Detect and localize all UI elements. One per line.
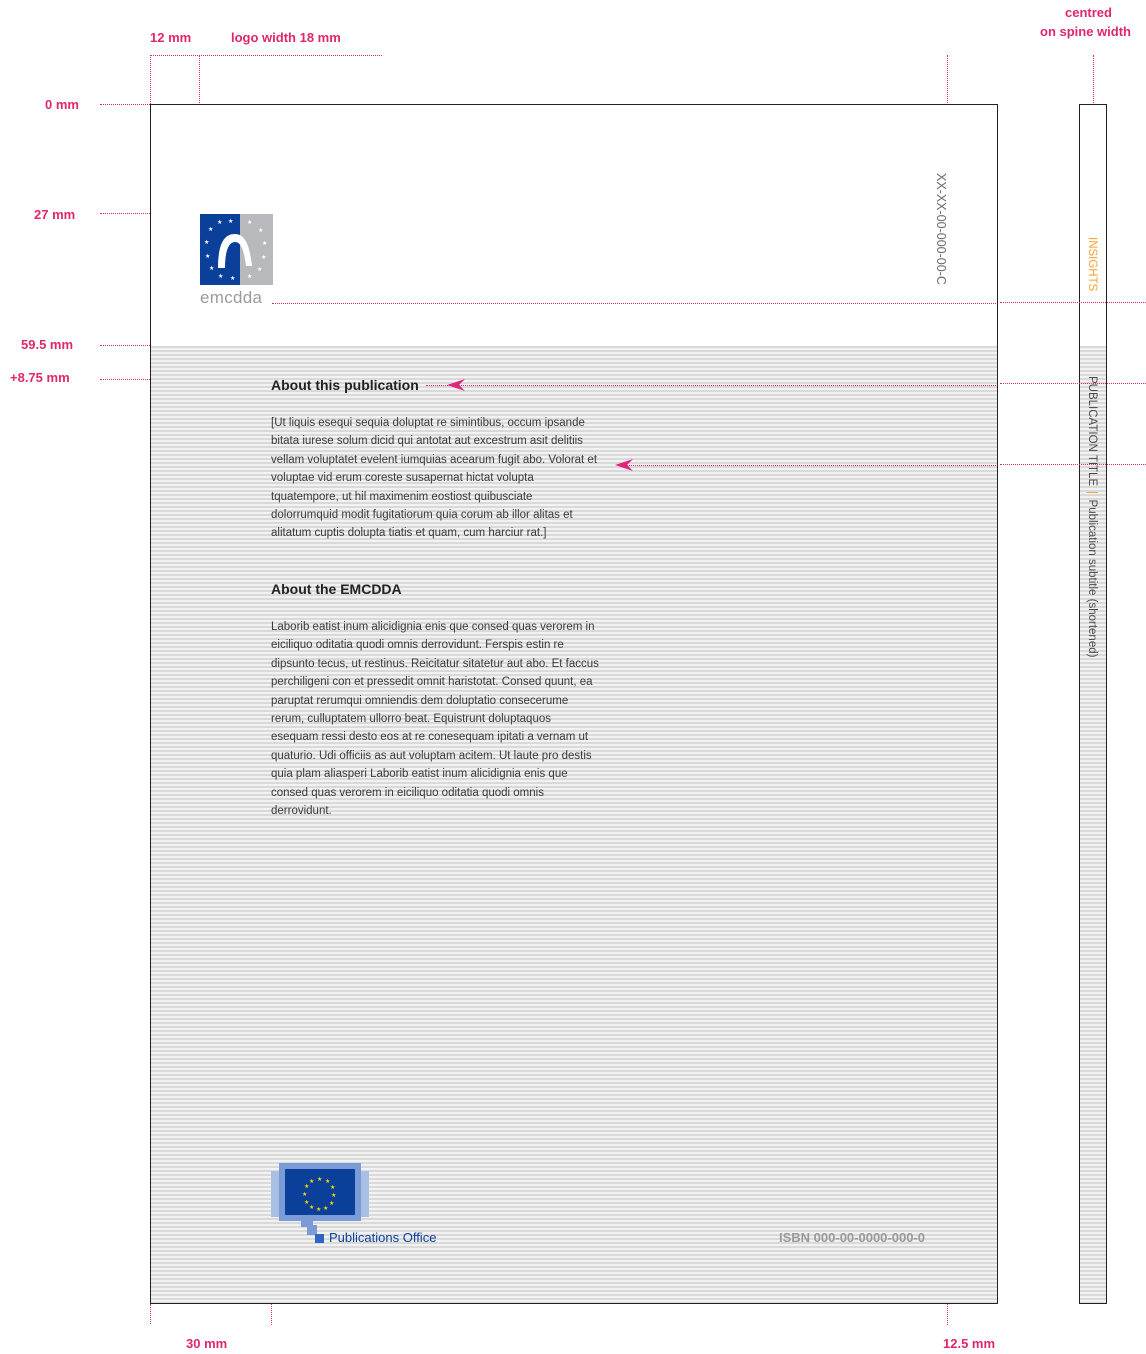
svg-text:★: ★ bbox=[228, 218, 233, 225]
guide-text-offset bbox=[100, 379, 150, 380]
svg-text:★: ★ bbox=[247, 273, 252, 280]
svg-text:★: ★ bbox=[204, 239, 209, 246]
publications-office-name: Publications Office bbox=[329, 1230, 437, 1245]
svg-text:★: ★ bbox=[262, 240, 267, 247]
arrow-heading-icon bbox=[447, 379, 465, 391]
svg-text:★: ★ bbox=[217, 219, 222, 226]
guide-top-horizontal bbox=[150, 55, 382, 56]
svg-text:★: ★ bbox=[208, 226, 213, 233]
svg-text:★: ★ bbox=[331, 1192, 336, 1199]
svg-text:★: ★ bbox=[258, 227, 263, 234]
measure-left-margin: 12 mm bbox=[150, 30, 192, 45]
measure-top: 0 mm bbox=[45, 97, 79, 112]
svg-text:★: ★ bbox=[247, 219, 252, 226]
about-publication-heading: About this publication bbox=[271, 377, 419, 393]
svg-text:★: ★ bbox=[209, 265, 214, 272]
guide-spine-heading bbox=[1000, 383, 1146, 384]
emcdda-wordmark: emcdda bbox=[200, 288, 263, 307]
svg-text:★: ★ bbox=[330, 1184, 335, 1191]
measure-bottom-left: 30 mm bbox=[186, 1336, 228, 1351]
spine-series: INSIGHTS bbox=[1086, 237, 1098, 292]
guide-left-margin bbox=[150, 55, 151, 104]
measure-logo-width: logo width 18 mm bbox=[231, 30, 341, 45]
front-cover: ★ ★ ★ ★ ★ ★ ★ ★ ★ ★ ★ ★ ★ ★ emcdda XX-XX-00-000-… bbox=[150, 104, 998, 1304]
guide-bottom-left bbox=[150, 1304, 151, 1324]
spine: INSIGHTS PUBLICATION TITLE | Publication… bbox=[1079, 104, 1107, 1304]
about-emcdda-heading: About the EMCDDA bbox=[271, 581, 402, 597]
svg-text:★: ★ bbox=[316, 1206, 321, 1213]
svg-text:★: ★ bbox=[261, 254, 266, 261]
guide-0mm bbox=[100, 104, 150, 105]
svg-text:★: ★ bbox=[205, 253, 210, 260]
spine-note-line1: centred bbox=[1065, 5, 1112, 20]
about-publication-body: [Ut liquis esequi sequia doluptat re sim… bbox=[271, 417, 598, 540]
svg-text:★: ★ bbox=[309, 1178, 314, 1185]
emcdda-emblem-icon: ★ ★ ★ ★ ★ ★ ★ ★ ★ ★ ★ ★ ★ ★ bbox=[200, 214, 273, 285]
svg-text:★: ★ bbox=[218, 273, 223, 280]
measure-logo-top: 27 mm bbox=[34, 207, 76, 222]
measure-bottom-right: 12.5 mm bbox=[943, 1336, 996, 1351]
spine-separator: | bbox=[1086, 491, 1098, 495]
measure-text-offset: +8.75 mm bbox=[10, 370, 70, 385]
measure-band-top: 59.5 mm bbox=[21, 337, 74, 352]
spine-note-line2: on spine width bbox=[1040, 24, 1131, 39]
emcdda-logo: ★ ★ ★ ★ ★ ★ ★ ★ ★ ★ ★ ★ ★ ★ emcdda bbox=[200, 214, 273, 308]
guide-heading bbox=[426, 385, 997, 386]
spine-subtitle: Publication subtitle (shortened) bbox=[1086, 499, 1098, 658]
svg-text:★: ★ bbox=[329, 1200, 334, 1207]
spine-title-line: PUBLICATION TITLE | Publication subtitle… bbox=[1086, 376, 1098, 657]
guide-logo-bottom bbox=[272, 303, 997, 304]
arrow-body-icon bbox=[615, 459, 633, 471]
svg-text:★: ★ bbox=[257, 266, 262, 273]
publications-office-logo: ★ ★ ★ ★ ★ ★ ★ ★ ★ ★ ★ ★ Publications Office bbox=[271, 1163, 471, 1248]
catalogue-number: XX-XX-00-000-00-C bbox=[934, 173, 948, 285]
svg-text:★: ★ bbox=[309, 1204, 314, 1211]
isbn: ISBN 000-00-0000-000-0 bbox=[779, 1230, 925, 1245]
guide-spine-series-end bbox=[1000, 302, 1146, 303]
about-emcdda-body: Laborib eatist inum alicidignia enis que… bbox=[271, 621, 599, 818]
guide-spine-body bbox=[1000, 464, 1146, 465]
svg-text:★: ★ bbox=[323, 1205, 328, 1212]
svg-text:★: ★ bbox=[302, 1191, 307, 1198]
svg-text:★: ★ bbox=[230, 275, 235, 282]
spine-title: PUBLICATION TITLE bbox=[1086, 376, 1098, 487]
svg-text:★: ★ bbox=[304, 1199, 309, 1206]
svg-text:★: ★ bbox=[317, 1176, 322, 1183]
guide-body bbox=[626, 465, 997, 466]
